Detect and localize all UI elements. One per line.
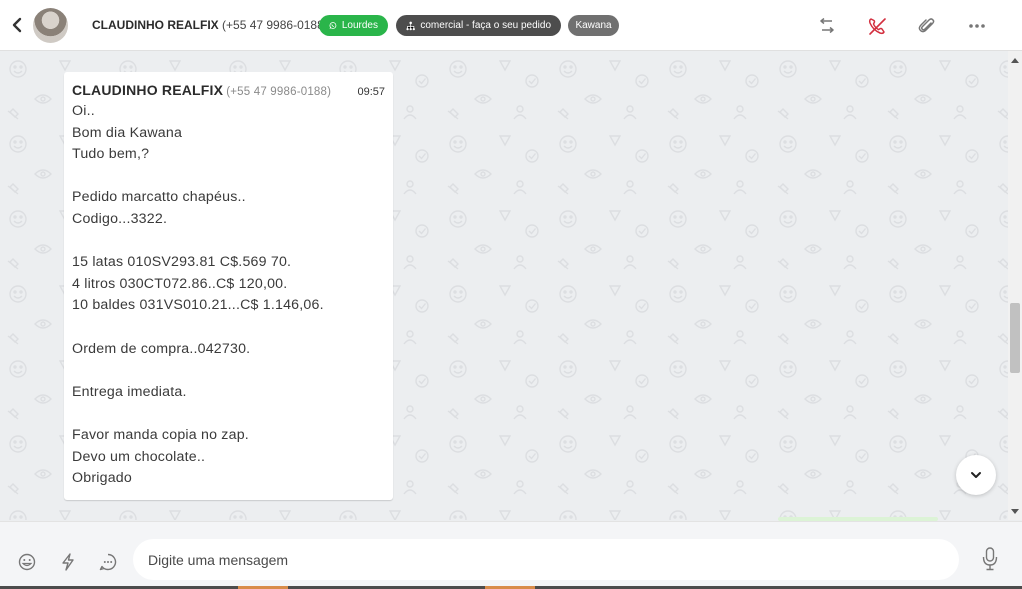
quick-replies-button[interactable] <box>97 551 119 573</box>
chat-scrollbar[interactable] <box>1008 51 1022 520</box>
quick-reply-icon <box>99 553 117 571</box>
department-tag[interactable]: comercial - faça o seu pedido <box>396 15 561 36</box>
agent-tag-label: Lourdes <box>341 20 378 31</box>
microphone-icon <box>982 547 998 571</box>
message-line: 10 baldes 031VS010.21...C$ 1.146,06. <box>72 297 324 314</box>
whatsapp-icon <box>329 22 337 29</box>
contact-phone: (+55 47 9986-0188) <box>222 18 328 32</box>
message-sender-name: CLAUDINHO REALFIX <box>72 82 224 98</box>
department-tag-label: comercial - faça o seu pedido <box>420 20 551 31</box>
message-line: Pedido marcatto chapéus.. <box>72 189 246 206</box>
scroll-down-arrow[interactable] <box>1011 509 1019 514</box>
attach-button[interactable] <box>915 14 939 38</box>
agent-tag[interactable]: Lourdes <box>319 15 388 36</box>
message-line: 4 litros 030CT072.86..C$ 120,00. <box>72 275 288 292</box>
message-line: 15 latas 010SV293.81 C$.569 70. <box>72 254 292 271</box>
end-chat-button[interactable] <box>865 14 889 38</box>
back-button[interactable] <box>8 15 26 35</box>
org-chart-icon <box>406 21 415 30</box>
message-line: Codigo...3322. <box>72 210 168 227</box>
message-line: Bom dia Kawana <box>72 124 183 141</box>
message-line <box>72 360 385 382</box>
transfer-icon <box>820 18 834 34</box>
chevron-down-icon <box>971 472 981 478</box>
user-tag-label: Kawana <box>575 20 612 31</box>
end-call-icon <box>868 18 886 35</box>
message-line: Favor manda copia no zap. <box>72 426 249 443</box>
message-body: Oi.. Bom dia Kawana Tudo bem,? Pedido ma… <box>72 101 385 490</box>
user-tag[interactable]: Kawana <box>568 15 619 36</box>
chevron-left-icon <box>12 17 22 33</box>
quick-actions-button[interactable] <box>57 551 79 573</box>
message-line: Entrega imediata. <box>72 383 187 400</box>
message-input-placeholder: Digite uma mensagem <box>148 551 289 568</box>
attach-icon <box>918 18 935 33</box>
scroll-to-bottom-button[interactable] <box>956 455 996 495</box>
message-line: Devo um chocolate.. <box>72 448 206 465</box>
contact-name: CLAUDINHO REALFIX <box>92 18 219 32</box>
message-time: 09:57 <box>357 86 385 98</box>
message-line: Oi.. <box>72 103 95 119</box>
message-line <box>72 403 385 425</box>
message-line <box>72 317 385 339</box>
message-line: Obrigado <box>72 470 132 487</box>
message-bubble[interactable]: CLAUDINHO REALFIX (+55 47 9986-0188) 09:5… <box>64 72 393 500</box>
more-icon <box>969 24 985 28</box>
emoji-button[interactable] <box>16 551 38 573</box>
message-line: Ordem de compra..042730. <box>72 340 251 357</box>
scrollbar-thumb[interactable] <box>1010 303 1020 373</box>
message-input[interactable]: Digite uma mensagem <box>133 539 959 580</box>
record-audio-button[interactable] <box>978 546 1002 572</box>
message-sender: CLAUDINHO REALFIX (+55 47 9986-0188) <box>72 82 385 98</box>
message-line <box>72 166 385 188</box>
chat-header: CLAUDINHO REALFIX (+55 47 9986-0188) Lou… <box>0 0 1022 51</box>
emoji-icon <box>18 553 36 571</box>
message-sender-phone: (+55 47 9986-0188) <box>226 86 332 98</box>
contact-title[interactable]: CLAUDINHO REALFIX (+55 47 9986-0188) <box>92 18 328 32</box>
message-line <box>72 231 385 253</box>
contact-avatar[interactable] <box>33 8 68 43</box>
more-button[interactable] <box>965 14 989 38</box>
scroll-up-arrow[interactable] <box>1011 58 1019 63</box>
message-line: Tudo bem,? <box>72 146 150 163</box>
transfer-button[interactable] <box>815 14 839 38</box>
lightning-icon <box>62 553 74 571</box>
